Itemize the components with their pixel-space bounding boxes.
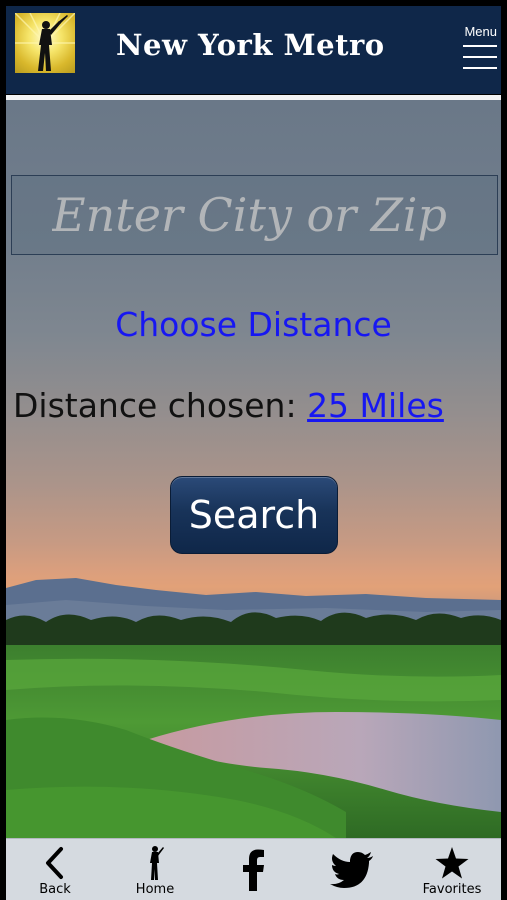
nav-favorites-button[interactable]: Favorites — [412, 839, 492, 899]
golfer-logo-icon[interactable] — [15, 13, 75, 73]
nav-back-button[interactable]: Back — [15, 839, 95, 899]
nav-facebook-button[interactable] — [214, 839, 294, 899]
distance-chosen-row: Distance chosen: 25 Miles — [13, 386, 444, 425]
twitter-icon — [330, 845, 374, 895]
bottom-nav-bar: Back Home Favorites — [6, 838, 501, 900]
hamburger-icon — [463, 45, 497, 78]
golf-course-background: Choose Distance Distance chosen: 25 Mile… — [6, 100, 501, 838]
nav-favorites-label: Favorites — [422, 882, 482, 897]
menu-button[interactable]: Menu — [459, 20, 499, 74]
star-icon — [435, 843, 469, 883]
choose-distance-link[interactable]: Choose Distance — [6, 305, 501, 344]
back-chevron-icon — [43, 843, 67, 883]
menu-label: Menu — [464, 24, 497, 39]
nav-twitter-button[interactable] — [312, 839, 392, 899]
nav-back-label: Back — [39, 882, 71, 897]
app-frame: New York Metro Menu Enter City or Zip Ch… — [0, 0, 507, 900]
city-zip-input[interactable] — [11, 175, 498, 255]
facebook-icon — [243, 845, 265, 895]
nav-home-label: Home — [135, 882, 175, 897]
app-title: New York Metro — [116, 28, 385, 62]
golfer-icon — [143, 843, 167, 883]
distance-value-link[interactable]: 25 Miles — [307, 386, 444, 425]
search-button[interactable]: Search — [170, 476, 338, 554]
distance-chosen-label: Distance chosen: — [13, 386, 297, 425]
nav-home-button[interactable]: Home — [115, 839, 195, 899]
app-header: New York Metro Menu — [6, 6, 501, 94]
